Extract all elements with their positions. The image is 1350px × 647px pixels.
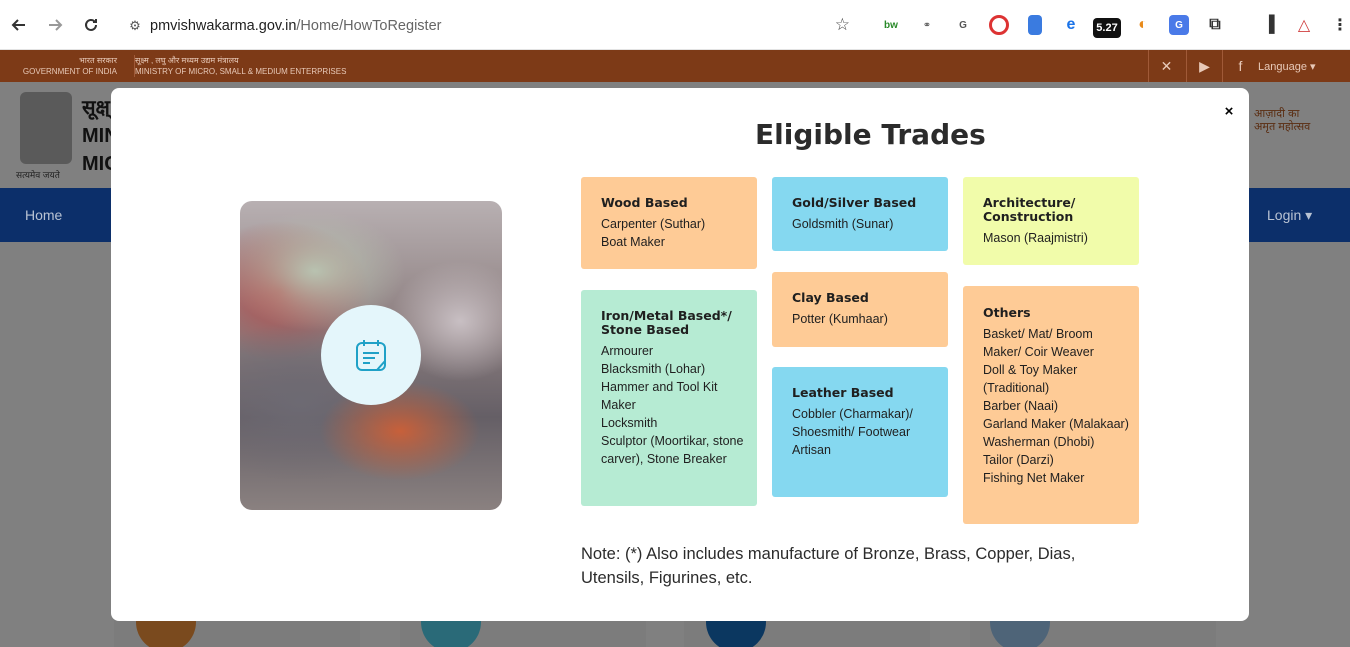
url-path: /Home/HowToRegister	[296, 17, 442, 34]
trade-iron: Iron/Metal Based*/ Stone Based Armourer …	[581, 290, 757, 506]
azadi-line1: आज़ादी का	[1254, 108, 1300, 120]
side-panel-icon[interactable]: ▐	[1259, 15, 1279, 35]
ministry-english: MINISTRY OF MICRO, SMALL & MEDIUM ENTERP…	[135, 67, 347, 76]
trade-item: Mason (Raajmistri)	[983, 231, 1088, 245]
browser-menu-icon[interactable]: ⋮	[1330, 15, 1350, 35]
azadi-line2: अमृत महोत्सव	[1254, 121, 1311, 133]
close-button[interactable]: ×	[1221, 104, 1237, 120]
facebook-icon[interactable]: f	[1222, 50, 1258, 82]
note-icon-circle	[321, 305, 421, 405]
address-bar[interactable]: ⚙ pmvishwakarma.gov.in/Home/HowToRegiste…	[116, 9, 862, 42]
translate-icon[interactable]: G	[1169, 15, 1189, 35]
gov-english: GOVERNMENT OF INDIA	[22, 67, 117, 76]
trades-note: Note: (*) Also includes manufacture of B…	[581, 545, 1076, 587]
trade-gold: Gold/Silver Based Goldsmith (Sunar)	[772, 177, 948, 251]
gov-strip: भारत सरकार GOVERNMENT OF INDIA सूक्ष्म ,…	[0, 50, 1350, 82]
trade-heading: Architecture/ Construction	[983, 195, 1076, 224]
language-select[interactable]: Language ▾	[1258, 60, 1316, 73]
site-info-icon[interactable]: ⚙	[120, 18, 150, 34]
nav-home[interactable]: Home	[25, 207, 62, 223]
trade-heading: Clay Based	[792, 290, 869, 305]
nav-login-label: Login	[1267, 207, 1302, 223]
extension-color-icon[interactable]	[989, 15, 1009, 35]
extensions-puzzle-icon[interactable]: ⧉	[1205, 15, 1225, 35]
trade-heading: Wood Based	[601, 195, 688, 210]
artisan-photo	[240, 201, 502, 510]
modal-title: Eligible Trades	[755, 118, 986, 151]
trade-item: Barber (Naai)	[983, 399, 1059, 413]
trade-item: Washerman (Dhobi)	[983, 435, 1095, 449]
extension-edge-icon[interactable]: e	[1061, 15, 1081, 35]
trade-item: Blacksmith (Lohar)	[601, 362, 706, 376]
trade-item: Cobbler (Charmakar)/ Shoesmith/ Footwear…	[792, 407, 913, 457]
trade-heading: Leather Based	[792, 385, 894, 400]
azadi-logo: आज़ादी का अमृत महोत्सव	[1254, 108, 1334, 158]
trade-item: Locksmith	[601, 416, 658, 430]
emblem-logo	[20, 92, 72, 164]
arrow-right-icon	[49, 19, 63, 31]
trade-heading: Gold/Silver Based	[792, 195, 917, 210]
emblem-caption: सत्यमेव जयते	[16, 170, 60, 180]
trade-clay: Clay Based Potter (Kumhaar)	[772, 272, 948, 347]
reload-icon	[85, 18, 97, 31]
trade-wood: Wood Based Carpenter (Suthar) Boat Maker	[581, 177, 757, 269]
gov-hindi: भारत सरकार	[79, 56, 117, 65]
extension-c-icon[interactable]: G	[953, 15, 973, 35]
language-label: Language	[1258, 61, 1307, 73]
trade-item: Armourer	[601, 344, 654, 358]
trade-item: Tailor (Darzi)	[983, 453, 1054, 467]
trade-item: Sculptor (Moortikar, stone carver), Ston…	[601, 434, 744, 466]
trade-item: Carpenter (Suthar)	[601, 217, 706, 231]
back-button[interactable]	[7, 13, 31, 37]
x-twitter-icon[interactable]: ✕	[1148, 50, 1184, 82]
trade-item: Doll & Toy Maker (Traditional)	[983, 363, 1078, 395]
eligible-trades-modal: × Eligible Trades Wood Based Carpenter (…	[111, 88, 1249, 621]
trade-item: Hammer and Tool Kit Maker	[601, 380, 718, 412]
forward-button[interactable]	[43, 13, 67, 37]
trade-leather: Leather Based Cobbler (Charmakar)/ Shoes…	[772, 367, 948, 497]
trade-others: Others Basket/ Mat/ Broom Maker/ Coir We…	[963, 286, 1139, 524]
trade-item: Basket/ Mat/ Broom Maker/ Coir Weaver	[983, 327, 1094, 359]
extension-badge[interactable]: 5.27	[1093, 18, 1121, 38]
arrow-left-icon	[11, 19, 25, 31]
extension-bw-icon[interactable]: bw	[881, 15, 901, 35]
notepad-icon	[356, 340, 386, 371]
nav-login[interactable]: Login ▾	[1267, 207, 1312, 224]
trade-item: Potter (Kumhaar)	[792, 312, 888, 326]
browser-toolbar: ⚙ pmvishwakarma.gov.in/Home/HowToRegiste…	[0, 0, 1350, 50]
bookmark-star-icon[interactable]: ☆	[835, 15, 850, 35]
trade-item: Garland Maker (Malakaar)	[983, 417, 1129, 431]
trade-item: Goldsmith (Sunar)	[792, 217, 894, 231]
ministry-hindi: सूक्ष्म , लघु और मध्यम उद्यम मंत्रालय	[135, 56, 239, 65]
trade-item: Fishing Net Maker	[983, 471, 1085, 485]
youtube-icon[interactable]: ▶	[1186, 50, 1222, 82]
extension-doc-icon[interactable]	[1028, 15, 1042, 35]
profile-triangle-icon[interactable]: △	[1294, 15, 1314, 35]
extension-moon-icon[interactable]: ◐	[1133, 15, 1153, 35]
trade-heading: Others	[983, 305, 1031, 320]
reload-button[interactable]	[79, 13, 103, 37]
trade-architecture: Architecture/ Construction Mason (Raajmi…	[963, 177, 1139, 265]
trade-heading: Iron/Metal Based*/ Stone Based	[601, 308, 732, 337]
url-host: pmvishwakarma.gov.in	[150, 17, 297, 34]
trade-item: Boat Maker	[601, 235, 665, 249]
extension-bike-icon[interactable]: ⚭	[917, 15, 937, 35]
